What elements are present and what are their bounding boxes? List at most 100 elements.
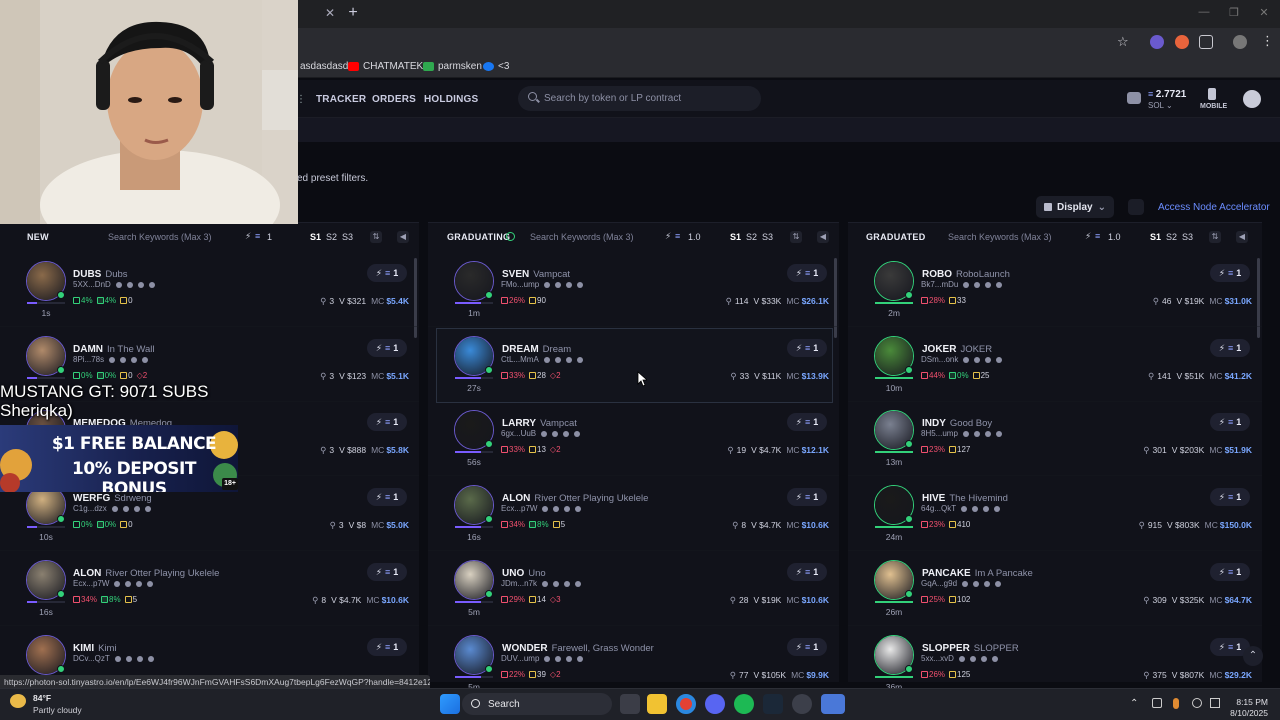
preset-s2[interactable]: S2 bbox=[326, 232, 337, 242]
preset-s1[interactable]: S1 bbox=[730, 232, 741, 242]
quick-buy-button[interactable]: ⚡ ≡ 1 bbox=[367, 264, 407, 282]
token-address-row[interactable]: 8H5...ump bbox=[921, 429, 1002, 438]
search-icon[interactable] bbox=[122, 506, 129, 512]
copy-icon[interactable] bbox=[541, 431, 548, 437]
copy-icon[interactable] bbox=[544, 282, 551, 288]
token-address-row[interactable]: Ecx...p7W bbox=[73, 579, 154, 588]
token-address-row[interactable]: JDm...n7k bbox=[501, 579, 582, 588]
token-address-row[interactable]: 5XX...DnD bbox=[73, 280, 155, 289]
clock[interactable]: 8:15 PM 8/10/2025 bbox=[1224, 697, 1268, 719]
token-card[interactable] bbox=[436, 328, 833, 403]
pill-icon[interactable] bbox=[996, 282, 1003, 288]
copy-icon[interactable] bbox=[963, 282, 970, 288]
tray-wifi-icon[interactable] bbox=[1192, 698, 1202, 708]
quick-buy-button[interactable]: ⚡ ≡ 1 bbox=[367, 563, 407, 581]
search-icon[interactable] bbox=[972, 506, 979, 512]
pill-icon[interactable] bbox=[994, 506, 1001, 512]
maximize-icon[interactable]: ❐ bbox=[1226, 6, 1242, 19]
pill-icon[interactable] bbox=[576, 357, 583, 363]
sound-icon[interactable]: ◀ bbox=[397, 231, 409, 243]
search-icon[interactable] bbox=[969, 656, 976, 662]
pill-icon[interactable] bbox=[996, 357, 1003, 363]
link-icon[interactable] bbox=[984, 581, 991, 587]
pill-icon[interactable] bbox=[144, 506, 151, 512]
link-icon[interactable] bbox=[985, 357, 992, 363]
preset-s3[interactable]: S3 bbox=[762, 232, 773, 242]
keyword-search-input[interactable]: Search Keywords (Max 3) bbox=[530, 232, 634, 242]
link-icon[interactable] bbox=[133, 506, 140, 512]
filter-icon[interactable]: ⇅ bbox=[1209, 231, 1221, 243]
link-icon[interactable] bbox=[983, 506, 990, 512]
copy-icon[interactable] bbox=[544, 656, 551, 662]
link-icon[interactable] bbox=[985, 282, 992, 288]
discord-icon[interactable] bbox=[705, 694, 725, 714]
pill-icon[interactable] bbox=[991, 656, 998, 662]
filter-icon[interactable]: ⇅ bbox=[790, 231, 802, 243]
search-icon[interactable] bbox=[973, 431, 980, 437]
filter-icon[interactable]: ⇅ bbox=[370, 231, 382, 243]
copy-icon[interactable] bbox=[542, 506, 549, 512]
user-avatar-icon[interactable] bbox=[1243, 90, 1261, 108]
minimize-icon[interactable]: — bbox=[1196, 6, 1212, 18]
lightning-icon[interactable]: ⚡ bbox=[245, 231, 251, 242]
steam-icon[interactable] bbox=[763, 694, 783, 714]
preset-s3[interactable]: S3 bbox=[342, 232, 353, 242]
copy-icon[interactable] bbox=[114, 581, 121, 587]
tray-mic-icon[interactable] bbox=[1173, 698, 1179, 709]
star-icon[interactable]: ☆ bbox=[1117, 34, 1129, 50]
bookmark-item[interactable]: <3 bbox=[483, 61, 509, 72]
extension-icon[interactable] bbox=[1150, 35, 1164, 49]
quick-buy-button[interactable]: ⚡ ≡ 1 bbox=[787, 488, 827, 506]
bookmark-item[interactable]: CHATMATEKO bbox=[348, 61, 431, 72]
link-icon[interactable] bbox=[131, 357, 138, 363]
new-tab-icon[interactable]: + bbox=[344, 4, 362, 22]
copy-icon[interactable] bbox=[542, 581, 549, 587]
sound-icon[interactable]: ◀ bbox=[817, 231, 829, 243]
search-icon[interactable] bbox=[974, 282, 981, 288]
bookmark-item[interactable]: parmsken bbox=[423, 61, 482, 72]
wallet-unit[interactable]: SOL ⌄ bbox=[1148, 101, 1173, 110]
window-close-icon[interactable]: ✕ bbox=[1256, 6, 1272, 19]
quick-buy-button[interactable]: ⚡ ≡ 1 bbox=[787, 413, 827, 431]
quick-buy-button[interactable]: ⚡ ≡ 1 bbox=[367, 638, 407, 656]
quick-buy-button[interactable]: ⚡ ≡ 1 bbox=[1210, 488, 1250, 506]
copy-icon[interactable] bbox=[543, 357, 550, 363]
token-address-row[interactable]: C1g...dzx bbox=[73, 504, 151, 513]
pill-icon[interactable] bbox=[575, 506, 582, 512]
menu-kebab-icon[interactable]: ⋮ bbox=[1261, 33, 1274, 49]
preset-s1[interactable]: S1 bbox=[310, 232, 321, 242]
quick-buy-button[interactable]: ⚡ ≡ 1 bbox=[787, 563, 827, 581]
copy-icon[interactable] bbox=[963, 357, 970, 363]
accelerator-link[interactable]: Access Node Accelerator bbox=[1158, 202, 1270, 213]
link-icon[interactable] bbox=[984, 431, 991, 437]
weather-desc[interactable]: Partly cloudy bbox=[33, 705, 82, 715]
link-icon[interactable] bbox=[566, 656, 573, 662]
search-icon[interactable] bbox=[125, 656, 132, 662]
mobile-label[interactable]: MOBILE bbox=[1200, 103, 1227, 110]
token-address-row[interactable]: FMo...ump bbox=[501, 280, 584, 289]
search-icon[interactable] bbox=[555, 656, 562, 662]
pill-icon[interactable] bbox=[148, 282, 155, 288]
spotify-icon[interactable] bbox=[734, 694, 754, 714]
token-address-row[interactable]: 6gx...UuB bbox=[501, 429, 581, 438]
windows-start-icon[interactable] bbox=[440, 694, 460, 714]
chrome-icon[interactable] bbox=[676, 694, 696, 714]
close-tab-icon[interactable]: ✕ bbox=[322, 5, 338, 21]
tray-chevron-icon[interactable]: ⌃ bbox=[1130, 698, 1138, 709]
task-view-icon[interactable] bbox=[620, 694, 640, 714]
wallet-icon[interactable] bbox=[1127, 92, 1141, 104]
search-icon[interactable] bbox=[974, 357, 981, 363]
pill-icon[interactable] bbox=[142, 357, 149, 363]
copy-icon[interactable] bbox=[115, 282, 122, 288]
token-address-row[interactable]: GqA...g9d bbox=[921, 579, 1002, 588]
quick-buy-button[interactable]: ⚡ ≡ 1 bbox=[787, 264, 827, 282]
copy-icon[interactable] bbox=[109, 357, 116, 363]
tray-volume-icon[interactable] bbox=[1210, 698, 1220, 708]
preset-s1[interactable]: S1 bbox=[1150, 232, 1161, 242]
pill-icon[interactable] bbox=[147, 581, 154, 587]
link-icon[interactable] bbox=[563, 431, 570, 437]
token-address-row[interactable]: 64g...QkT bbox=[921, 504, 1001, 513]
search-icon[interactable] bbox=[555, 282, 562, 288]
quick-buy-amount[interactable]: 1.0 bbox=[688, 232, 701, 242]
quick-buy-button[interactable]: ⚡ ≡ 1 bbox=[787, 339, 827, 357]
